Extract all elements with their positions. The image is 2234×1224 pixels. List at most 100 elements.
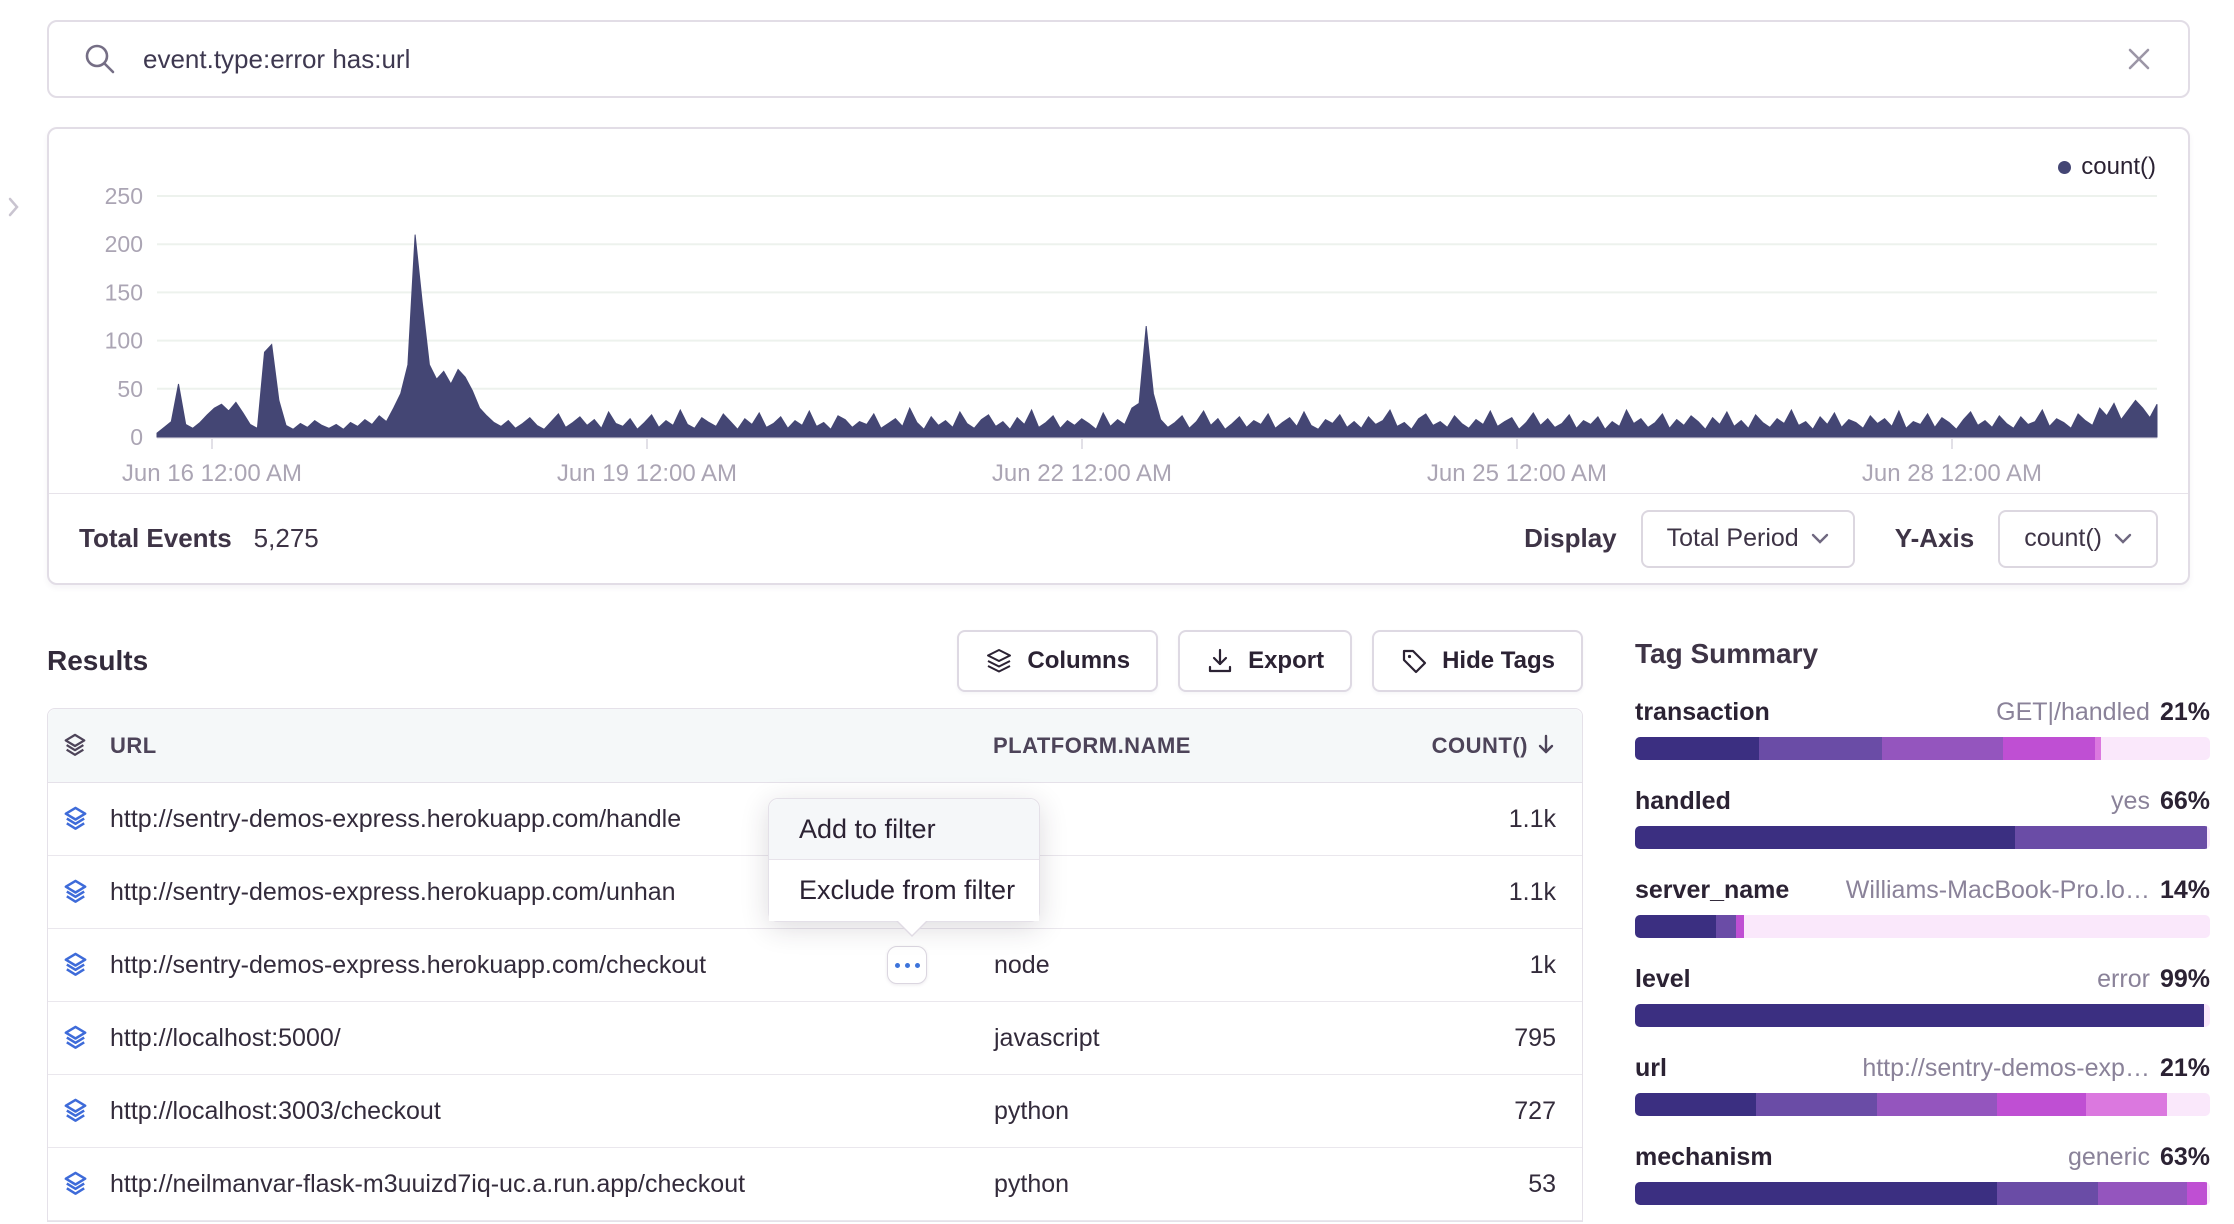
search-input[interactable]: event.type:error has:url [47,20,2190,98]
sidebar-collapse-handle[interactable] [6,196,20,223]
total-events-value: 5,275 [254,523,319,554]
layers-icon [62,1098,89,1125]
svg-text:Jun 19 12:00 AM: Jun 19 12:00 AM [557,460,737,487]
yaxis-dropdown[interactable]: count() [1998,510,2158,568]
tag-distribution-bar[interactable] [1635,1004,2210,1027]
columns-button[interactable]: Columns [957,630,1158,692]
download-icon [1206,647,1234,675]
svg-text:Jun 28 12:00 AM: Jun 28 12:00 AM [1862,460,2042,487]
tag-name: mechanism [1635,1143,1773,1172]
events-chart-panel: count() 050100150200250Jun 16 12:00 AMJu… [47,127,2190,585]
chart-footer: Total Events 5,275 Display Total Period … [49,493,2188,583]
hide-tags-button-label: Hide Tags [1442,647,1555,675]
layers-icon [62,806,89,833]
svg-text:Jun 25 12:00 AM: Jun 25 12:00 AM [1427,460,1607,487]
menu-item-exclude-from-filter[interactable]: Exclude from filter [769,860,1039,921]
tag-top-value: http://sentry-demos-exp… [1862,1054,2150,1083]
layers-icon [62,733,88,759]
tag-name: transaction [1635,698,1770,727]
tag-distribution-bar[interactable] [1635,1093,2210,1116]
display-label: Display [1524,523,1617,554]
cell-actions-button[interactable] [887,946,927,984]
svg-text:250: 250 [105,183,143,209]
cell-url[interactable]: http://localhost:5000/ [110,1024,990,1053]
tag-summary-row[interactable]: url http://sentry-demos-exp… 21% [1635,1054,2210,1116]
cell-count[interactable]: 795 [1514,1024,1582,1053]
cell-count[interactable]: 1k [1530,951,1582,980]
column-header-url[interactable]: URL [110,733,990,759]
columns-button-label: Columns [1027,647,1130,675]
column-header-platform[interactable]: PLATFORM.NAME [993,733,1191,759]
cell-platform[interactable]: python [994,1097,1069,1126]
search-query-text[interactable]: event.type:error has:url [143,44,2124,75]
cell-platform[interactable]: node [994,951,1050,980]
tag-top-percent: 63% [2160,1143,2210,1172]
tag-top-percent: 21% [2160,698,2210,727]
cell-context-menu: Add to filter Exclude from filter [768,798,1040,922]
results-table: URL PLATFORM.NAME COUNT() http://sentry-… [47,708,1583,1222]
menu-item-add-to-filter[interactable]: Add to filter [769,799,1039,860]
cell-platform[interactable]: javascript [994,1024,1100,1053]
tag-name: url [1635,1054,1667,1083]
tag-distribution-bar[interactable] [1635,915,2210,938]
layers-icon [62,879,89,906]
tag-name: level [1635,965,1691,994]
tag-distribution-bar[interactable] [1635,737,2210,760]
cell-platform[interactable]: python [994,1170,1069,1199]
cell-count[interactable]: 1.1k [1509,805,1582,834]
column-header-count-label: COUNT() [1432,733,1528,758]
sort-desc-icon [1536,734,1556,756]
table-row: http://localhost:3003/checkout python 72… [48,1075,1582,1148]
tag-top-value: generic [2068,1143,2150,1172]
tag-top-value: yes [2111,787,2150,816]
tag-top-percent: 21% [2160,1054,2210,1083]
hide-tags-button[interactable]: Hide Tags [1372,630,1583,692]
display-dropdown-value: Total Period [1667,524,1799,553]
tag-icon [1400,647,1428,675]
tag-top-value: GET|/handled [1996,698,2150,727]
cell-count[interactable]: 53 [1528,1170,1582,1199]
svg-text:50: 50 [117,376,143,402]
tag-summary-row[interactable]: handled yes 66% [1635,787,2210,849]
cell-url[interactable]: http://sentry-demos-express.herokuapp.co… [110,951,990,980]
tag-distribution-bar[interactable] [1635,826,2210,849]
tag-top-percent: 99% [2160,965,2210,994]
layers-icon [62,1171,89,1198]
cell-count[interactable]: 727 [1514,1097,1582,1126]
cell-url[interactable]: http://neilmanvar-flask-m3uuizd7iq-uc.a.… [110,1170,990,1199]
cell-url[interactable]: http://localhost:3003/checkout [110,1097,990,1126]
chevron-down-icon [2114,533,2132,544]
tag-name: handled [1635,787,1731,816]
table-row: http://neilmanvar-flask-m3uuizd7iq-uc.a.… [48,1148,1582,1221]
tag-distribution-bar[interactable] [1635,1182,2210,1205]
yaxis-dropdown-value: count() [2024,524,2102,553]
column-header-count[interactable]: COUNT() [1432,733,1582,759]
tag-top-percent: 14% [2160,876,2210,905]
tag-summary-row[interactable]: mechanism generic 63% [1635,1143,2210,1205]
layers-icon [62,1025,89,1052]
layers-icon [985,647,1013,675]
layers-icon [62,952,89,979]
search-icon [83,42,117,76]
svg-text:100: 100 [105,328,143,354]
svg-text:Jun 16 12:00 AM: Jun 16 12:00 AM [122,460,302,487]
results-title: Results [47,645,148,677]
table-row: http://sentry-demos-express.herokuapp.co… [48,929,1582,1002]
tag-summary-row[interactable]: server_name Williams-MacBook-Pro.lo… 14% [1635,876,2210,938]
yaxis-label: Y-Axis [1895,523,1975,554]
export-button[interactable]: Export [1178,630,1352,692]
tag-summary-row[interactable]: transaction GET|/handled 21% [1635,698,2210,760]
tag-top-value: error [2097,965,2150,994]
clear-search-icon[interactable] [2124,44,2154,74]
tag-summary-row[interactable]: level error 99% [1635,965,2210,1027]
table-row: http://localhost:5000/ javascript 795 [48,1002,1582,1075]
export-button-label: Export [1248,647,1324,675]
svg-text:Jun 22 12:00 AM: Jun 22 12:00 AM [992,460,1172,487]
events-area-chart: 050100150200250Jun 16 12:00 AMJun 19 12:… [49,141,2190,489]
display-dropdown[interactable]: Total Period [1641,510,1855,568]
svg-text:0: 0 [130,424,143,450]
cell-count[interactable]: 1.1k [1509,878,1582,907]
tag-top-percent: 66% [2160,787,2210,816]
tag-top-value: Williams-MacBook-Pro.lo… [1846,876,2150,905]
chevron-down-icon [1811,533,1829,544]
